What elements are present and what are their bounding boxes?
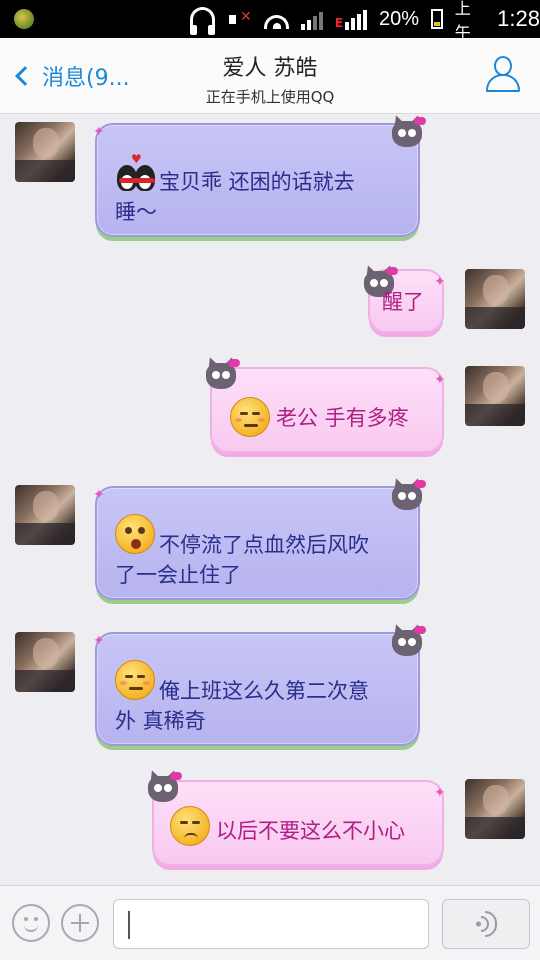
message-text: 宝贝乖 还困的话就去	[159, 170, 355, 194]
text-cursor	[128, 911, 130, 939]
frown-face-icon	[170, 806, 210, 846]
profile-button[interactable]	[484, 54, 522, 94]
plus-button[interactable]	[61, 904, 99, 942]
cat-sticker-icon	[146, 768, 182, 804]
message-text: 俺上班这么久第二次意	[159, 679, 369, 703]
contact-avatar[interactable]	[15, 122, 75, 182]
chevron-left-icon	[15, 66, 35, 86]
chat-area[interactable]: ✦ ♥ 宝贝乖 还困的话就去 睡～ ✦ 醒了 ✦ 老公 手有多疼 ✦ 不停流了点…	[0, 113, 540, 885]
contact-name: 爱人 苏皓	[222, 56, 318, 81]
my-avatar[interactable]	[465, 779, 525, 839]
sparkle-icon: ✦	[93, 124, 105, 140]
contact-status: 正在手机上使用QQ	[205, 88, 335, 106]
mute-icon	[227, 7, 252, 31]
emoji-button[interactable]	[12, 904, 50, 942]
cat-sticker-icon	[390, 622, 426, 658]
my-avatar[interactable]	[465, 366, 525, 426]
smirk-face-icon	[115, 660, 155, 700]
cat-sticker-icon	[204, 355, 240, 391]
cat-sticker-icon	[390, 113, 426, 149]
back-label: 消息(9...	[42, 66, 130, 91]
status-bar: E 20% 上午 1:28	[0, 0, 540, 42]
message-bubble-incoming[interactable]: ✦ ♥ 宝贝乖 还困的话就去 睡～	[93, 113, 426, 237]
sparkle-icon: ✦	[434, 785, 446, 801]
title-bar: 消息(9... 爱人 苏皓 正在手机上使用QQ	[0, 38, 540, 114]
clock: 1:28	[497, 6, 540, 31]
contact-avatar[interactable]	[15, 485, 75, 545]
signal-icon	[300, 8, 323, 30]
my-avatar[interactable]	[465, 269, 525, 329]
message-text: 以后不要这么不小心	[216, 819, 405, 843]
message-bubble-outgoing[interactable]: ✦ 以后不要这么不小心	[146, 768, 446, 866]
message-text: 睡～	[115, 200, 157, 224]
headset-icon	[190, 7, 216, 35]
chat-title: 爱人 苏皓 正在手机上使用QQ	[140, 50, 400, 107]
person-icon	[494, 56, 512, 76]
battery-percent: 20%	[379, 7, 420, 30]
shocked-face-icon	[115, 514, 155, 554]
message-input[interactable]	[113, 899, 429, 949]
message-text: 老公 手有多疼	[276, 406, 409, 430]
message-text: 醒了	[382, 290, 424, 314]
message-bubble-incoming[interactable]: ✦ 俺上班这么久第二次意 外 真稀奇	[93, 622, 426, 746]
sparkle-icon: ✦	[434, 274, 446, 290]
message-text: 外 真稀奇	[115, 709, 206, 733]
app-notification-icon	[14, 9, 34, 29]
smirk-face-icon	[230, 397, 270, 437]
network-type: E	[334, 16, 344, 30]
message-text: 不停流了点血然后风吹	[159, 533, 369, 557]
voice-button[interactable]	[442, 899, 530, 949]
am-pm-label: 上午	[454, 0, 471, 42]
battery-icon	[431, 9, 443, 29]
input-bar	[0, 885, 540, 960]
message-bubble-outgoing[interactable]: ✦ 醒了	[362, 263, 446, 333]
signal-icon-2	[345, 8, 368, 30]
contact-avatar[interactable]	[15, 632, 75, 692]
cat-sticker-icon	[390, 476, 426, 512]
back-button[interactable]: 消息(9...	[14, 60, 130, 92]
message-text: 了一会止住了	[115, 563, 241, 587]
sparkle-icon: ✦	[93, 633, 105, 649]
message-bubble-outgoing[interactable]: ✦ 老公 手有多疼	[204, 355, 446, 453]
penguin-couple-icon: ♥	[115, 153, 159, 191]
sparkle-icon: ✦	[93, 487, 105, 503]
wifi-icon	[263, 15, 289, 29]
sparkle-icon: ✦	[434, 372, 446, 388]
message-bubble-incoming[interactable]: ✦ 不停流了点血然后风吹 了一会止住了	[93, 476, 426, 600]
